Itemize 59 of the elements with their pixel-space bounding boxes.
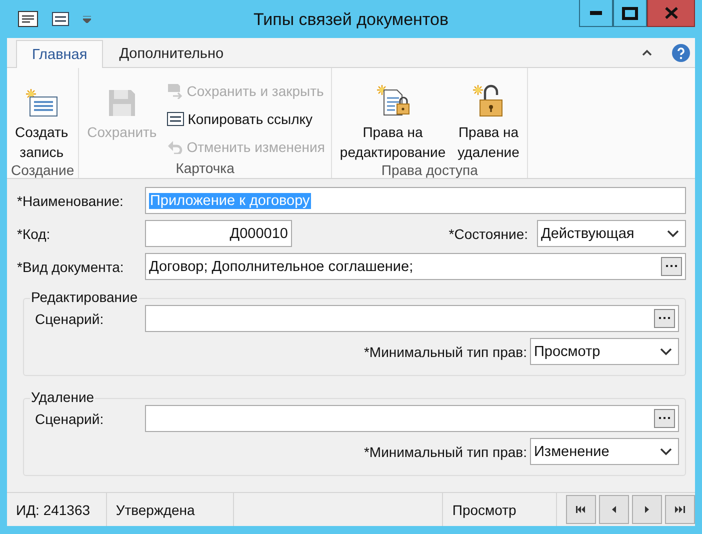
minimize-icon <box>590 11 602 15</box>
field-label: *Минимальный тип прав: <box>364 444 527 460</box>
dropdown-arrow-icon[interactable] <box>83 16 91 22</box>
ribbon-button[interactable]: Права на редактирование <box>336 74 450 162</box>
ellipsis-button[interactable] <box>661 257 682 276</box>
field-label: *Код: <box>17 226 52 242</box>
close-button[interactable] <box>647 0 695 27</box>
close-icon <box>664 7 678 19</box>
ribbon-tab[interactable]: Дополнительно <box>103 40 240 67</box>
save-close-icon <box>166 83 183 99</box>
last-icon <box>675 506 686 513</box>
collapse-icon[interactable] <box>642 49 652 56</box>
ellipsis-button[interactable] <box>654 309 675 328</box>
maximize-button[interactable] <box>613 0 647 27</box>
ellipsis-icon <box>659 417 670 420</box>
ribbon-button[interactable]: Копировать ссылку <box>164 106 327 132</box>
ribbon-tab[interactable]: Главная <box>16 40 104 68</box>
first-button[interactable] <box>566 495 596 524</box>
state-dropdown[interactable]: Действующая <box>537 220 686 247</box>
field-label: *Состояние: <box>448 226 528 242</box>
maximize-icon <box>622 6 638 20</box>
scenario-field[interactable] <box>145 405 679 432</box>
field-label: Сценарий: <box>34 310 105 326</box>
ribbon-button[interactable]: Создать запись <box>11 74 72 162</box>
rights-dropdown[interactable]: Просмотр <box>530 338 679 365</box>
code-field[interactable]: Д000010 <box>145 220 292 247</box>
new-card-icon <box>24 88 59 118</box>
group-title: Редактирование <box>30 289 139 305</box>
next-icon <box>645 506 650 513</box>
field-label: *Наименование: <box>17 192 124 208</box>
group-title: Удаление <box>30 389 96 405</box>
chevron-down-icon <box>667 230 679 238</box>
previous-icon <box>612 506 616 513</box>
ellipsis-icon <box>666 265 677 268</box>
record-id: ИД: 241363 <box>16 502 90 518</box>
last-button[interactable] <box>665 495 696 524</box>
rights-dropdown[interactable]: Изменение <box>530 438 679 465</box>
ellipsis-button[interactable] <box>654 409 675 428</box>
chevron-down-icon <box>660 348 672 356</box>
field-label: *Вид документа: <box>17 258 125 274</box>
ellipsis-icon <box>659 317 670 320</box>
group-label: Права доступа <box>380 162 479 178</box>
view-mode: Просмотр <box>452 502 516 518</box>
document-lock-icon <box>376 84 410 118</box>
chevron-down-icon <box>660 448 672 456</box>
minimize-button[interactable] <box>579 0 613 27</box>
field-label: Сценарий: <box>34 410 105 426</box>
field-label: *Минимальный тип прав: <box>364 344 527 360</box>
help-icon[interactable] <box>672 44 690 62</box>
undo-icon <box>166 140 183 154</box>
ribbon-button[interactable]: Права на удаление <box>454 74 524 162</box>
group-label: Создание <box>11 162 74 178</box>
window-title: Типы связей документов <box>253 10 449 30</box>
scenario-field[interactable] <box>145 305 679 332</box>
record-status: Утверждена <box>116 502 195 518</box>
first-icon <box>576 506 586 513</box>
group-label: Карточка <box>174 160 236 178</box>
form-icon[interactable] <box>18 11 38 27</box>
document-type-field[interactable]: Договор; Дополнительное соглашение; <box>145 253 686 280</box>
